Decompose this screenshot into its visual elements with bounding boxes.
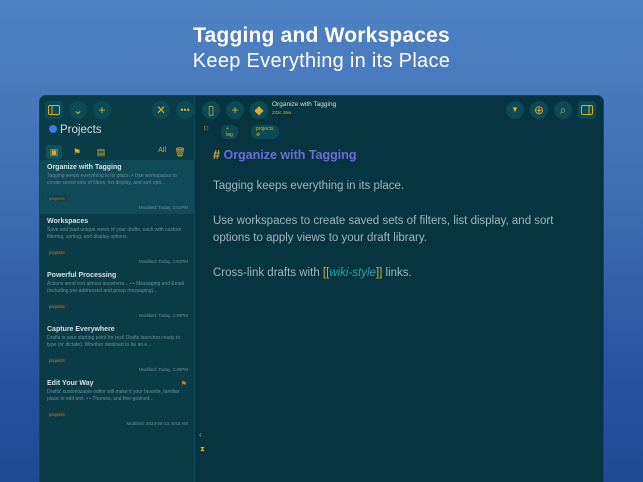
draft-preview: Drafts is your starting point for text! … bbox=[47, 335, 181, 348]
draft-title: Powerful Processing bbox=[47, 272, 117, 279]
list-item[interactable]: Organize with Tagging Tagging keeps ever… bbox=[40, 160, 194, 214]
modified-date: Modified: Today, 2:39PM bbox=[138, 367, 188, 372]
inbox-tab-icon[interactable]: ▣ bbox=[46, 145, 62, 159]
trash-tab-icon[interactable]: 🗑 bbox=[172, 145, 188, 159]
more-icon[interactable]: ••• bbox=[176, 101, 194, 119]
list-tabs: ▣ ⚑ ▤ All 🗑 bbox=[46, 145, 188, 159]
tag-chip[interactable]: projects ⊗ bbox=[251, 125, 279, 139]
sidebar-toggle-icon[interactable] bbox=[45, 101, 63, 119]
hero-title: Tagging and Workspaces bbox=[193, 24, 450, 47]
dropdown-arrow-icon[interactable]: ▼ bbox=[506, 101, 524, 119]
editor-toolbar: ▯ + ◆ Organize with Tagging 233c 36w ▼ ⊕… bbox=[200, 101, 598, 121]
sidebar-toolbar: ⌄ + ✕ ••• bbox=[45, 101, 194, 121]
list-item[interactable]: Capture Everywhere Drafts is your starti… bbox=[40, 322, 194, 376]
draft-title: Edit Your Way bbox=[47, 380, 94, 387]
list-item[interactable]: Workspaces Save and load unique views of… bbox=[40, 214, 194, 268]
draft-preview: Save and load unique views of your draft… bbox=[47, 227, 182, 240]
tag-badge: projects bbox=[47, 304, 67, 309]
remove-tag-icon[interactable]: ⊗ bbox=[256, 132, 260, 138]
new-draft-icon[interactable]: ▯ bbox=[202, 101, 220, 119]
draft-preview: Actions send text almost anywhere... • •… bbox=[47, 281, 184, 294]
modified-date: Modified: 2023-08-13, 9:53 AM bbox=[126, 421, 188, 426]
draft-title: Capture Everywhere bbox=[47, 326, 115, 333]
panel-toggle-icon[interactable] bbox=[578, 101, 596, 119]
drafts-list-pane: ⌄ + ✕ ••• Projects ▣ ⚑ ▤ All 🗑 Organize … bbox=[40, 96, 195, 482]
paragraph: Tagging keeps everything in its place. bbox=[213, 180, 405, 192]
app-window: ⌄ + ✕ ••• Projects ▣ ⚑ ▤ All 🗑 Organize … bbox=[40, 96, 603, 482]
chevron-down-icon[interactable]: ⌄ bbox=[69, 101, 87, 119]
hourglass-icon[interactable]: ⧗ bbox=[200, 446, 205, 454]
draft-preview: Drafts' customizable editor will make it… bbox=[47, 389, 180, 402]
workspace-dot-icon bbox=[49, 125, 57, 133]
paragraph: Use workspaces to create saved sets of f… bbox=[213, 215, 554, 244]
close-icon[interactable]: ✕ bbox=[152, 101, 170, 119]
editor-pane: ▯ + ◆ Organize with Tagging 233c 36w ▼ ⊕… bbox=[195, 96, 603, 482]
chevron-left-icon[interactable]: ‹ bbox=[199, 430, 202, 439]
zoom-icon[interactable]: ⊕ bbox=[530, 101, 548, 119]
draft-list: Organize with Tagging Tagging keeps ever… bbox=[40, 160, 194, 430]
plus-icon[interactable]: + bbox=[93, 101, 111, 119]
document-stats: 233c 36w bbox=[272, 110, 292, 115]
modified-date: Modified: Today, 2:51PM bbox=[138, 259, 188, 264]
hero-subtitle: Keep Everything in its Place bbox=[192, 50, 451, 72]
draft-preview: Tagging keeps everything in its place. •… bbox=[47, 173, 177, 186]
search-icon[interactable]: ⌕ bbox=[554, 101, 572, 119]
archive-tab-icon[interactable]: ▤ bbox=[93, 145, 109, 159]
draft-title: Workspaces bbox=[47, 218, 89, 225]
filter-all[interactable]: All bbox=[158, 147, 166, 154]
workspace-title[interactable]: Projects bbox=[49, 124, 102, 136]
wiki-link[interactable]: wiki-style bbox=[329, 267, 376, 279]
plus-icon[interactable]: + bbox=[226, 101, 244, 119]
list-item[interactable]: Edit Your Way ⚑ Drafts' customizable edi… bbox=[40, 376, 194, 430]
flag-icon[interactable]: ⚐ bbox=[203, 125, 209, 133]
document-title: Organize with Tagging bbox=[272, 101, 337, 108]
tag-badge: projects bbox=[47, 250, 67, 255]
tag-badge: projects bbox=[47, 196, 67, 201]
add-tag-button[interactable]: + tag bbox=[221, 125, 238, 139]
modified-date: Modified: Today, 2:51PM bbox=[138, 205, 188, 210]
editor-text[interactable]: # Organize with Tagging Tagging keeps ev… bbox=[213, 148, 583, 282]
document-heading: # Organize with Tagging bbox=[213, 148, 357, 162]
tag-icon[interactable]: ◆ bbox=[250, 101, 268, 119]
tag-badge: projects bbox=[47, 358, 67, 363]
paragraph: Cross-link drafts with [[wiki-style]] li… bbox=[213, 267, 412, 279]
flag-tab-icon[interactable]: ⚑ bbox=[69, 145, 85, 159]
draft-title: Organize with Tagging bbox=[47, 164, 122, 171]
modified-date: Modified: Today, 2:49PM bbox=[138, 313, 188, 318]
list-item[interactable]: Powerful Processing Actions send text al… bbox=[40, 268, 194, 322]
tag-badge: projects bbox=[47, 412, 67, 417]
flag-icon: ⚑ bbox=[180, 381, 187, 388]
